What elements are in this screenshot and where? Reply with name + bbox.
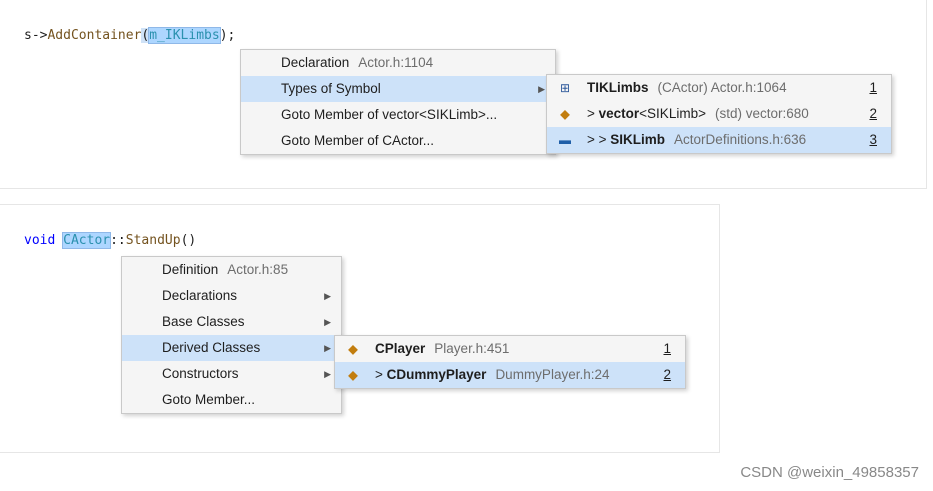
symbol-location: (std) vector:680 xyxy=(714,106,809,121)
chevron-right-icon: ▶ xyxy=(324,291,331,301)
symbol-location: (CActor) Actor.h:1064 xyxy=(657,80,787,95)
code-token-function: AddContainer xyxy=(47,28,142,43)
symbol-name: TIKLimbs xyxy=(587,80,649,95)
code-token-selected[interactable]: CActor xyxy=(62,232,112,249)
code-line-add-container: s->AddContainer(m_IKLimbs); xyxy=(24,27,235,45)
submenu-item-vector[interactable]: ◆ > vector<SIKLimb> (std) vector:680 2 xyxy=(547,101,891,127)
menu-item-goto-member[interactable]: Goto Member... xyxy=(122,387,341,413)
chevron-right-icon: ▶ xyxy=(324,343,331,353)
menu-item-label: Declaration xyxy=(281,55,350,70)
menu-item-label: Goto Member... xyxy=(162,392,256,407)
class-icon: ◆ xyxy=(348,368,358,382)
code-line-standup: void CActor::StandUp() xyxy=(24,232,196,250)
code-token: () xyxy=(180,233,197,248)
menu-item-constructors[interactable]: Constructors ▶ xyxy=(122,361,341,387)
chevron-right-icon: ▶ xyxy=(324,369,331,379)
symbol-location: DummyPlayer.h:24 xyxy=(495,367,610,382)
submenu-derived-classes: ◆ CPlayer Player.h:451 1 ◆ > CDummyPlayer… xyxy=(334,335,686,389)
code-token-selected[interactable]: m_IKLimbs xyxy=(148,27,221,44)
symbol-name: SIKLimb xyxy=(610,132,666,147)
menu-item-goto-member-vector[interactable]: Goto Member of vector<SIKLimb>... xyxy=(241,102,555,128)
nesting-prefix: > xyxy=(375,367,387,382)
menu-item-hint: Actor.h:85 xyxy=(227,262,289,277)
code-token: s-> xyxy=(24,28,48,43)
item-number: 3 xyxy=(869,132,877,147)
menu-item-label: Constructors xyxy=(162,366,239,381)
class-icon: ◆ xyxy=(560,107,570,121)
chevron-right-icon: ▶ xyxy=(324,317,331,327)
menu-item-label: Base Classes xyxy=(162,314,245,329)
symbol-name: vector xyxy=(598,106,640,121)
chevron-right-icon: ▶ xyxy=(538,84,545,94)
menu-item-label: Goto Member of CActor... xyxy=(281,133,435,148)
context-menu-class: Definition Actor.h:85 Declarations ▶ Base … xyxy=(121,256,342,414)
code-token: :: xyxy=(110,233,126,248)
submenu-item-tiklimbs[interactable]: ⊞ TIKLimbs (CActor) Actor.h:1064 1 xyxy=(547,75,891,101)
menu-item-derived-classes[interactable]: Derived Classes ▶ xyxy=(122,335,341,361)
symbol-location: ActorDefinitions.h:636 xyxy=(674,132,807,147)
member-icon: ⊞ xyxy=(559,81,571,95)
menu-item-label: Declarations xyxy=(162,288,238,303)
submenu-item-cdummyplayer[interactable]: ◆ > CDummyPlayer DummyPlayer.h:24 2 xyxy=(335,362,685,388)
watermark: CSDN @weixin_49858357 xyxy=(740,464,919,481)
context-menu-symbol: Declaration Actor.h:1104 Types of Symbol ▶… xyxy=(240,49,556,155)
submenu-types-of-symbol: ⊞ TIKLimbs (CActor) Actor.h:1064 1 ◆ > ve… xyxy=(546,74,892,154)
menu-item-label: Types of Symbol xyxy=(281,81,381,96)
symbol-location: Player.h:451 xyxy=(434,341,510,356)
menu-item-label: Goto Member of vector<SIKLimb>... xyxy=(281,107,498,122)
item-number: 2 xyxy=(869,106,877,121)
menu-item-types-of-symbol[interactable]: Types of Symbol ▶ xyxy=(241,76,555,102)
item-number: 1 xyxy=(663,341,671,356)
menu-item-label: Definition xyxy=(162,262,219,277)
nesting-prefix: > xyxy=(587,106,599,121)
nesting-prefix: > > xyxy=(587,132,611,147)
code-token: ); xyxy=(219,28,236,43)
item-number: 2 xyxy=(663,367,671,382)
menu-item-goto-member-cactor[interactable]: Goto Member of CActor... xyxy=(241,128,555,154)
menu-item-definition[interactable]: Definition Actor.h:85 xyxy=(122,257,341,283)
struct-icon: ▬ xyxy=(559,133,571,147)
item-number: 1 xyxy=(869,80,877,95)
submenu-item-cplayer[interactable]: ◆ CPlayer Player.h:451 1 xyxy=(335,336,685,362)
symbol-name: CDummyPlayer xyxy=(386,367,487,382)
menu-item-hint: Actor.h:1104 xyxy=(358,55,434,70)
menu-item-base-classes[interactable]: Base Classes ▶ xyxy=(122,309,341,335)
symbol-template-arg: <SIKLimb> xyxy=(639,106,706,121)
code-token-function: StandUp xyxy=(125,233,181,248)
menu-item-label: Derived Classes xyxy=(162,340,261,355)
menu-item-declarations[interactable]: Declarations ▶ xyxy=(122,283,341,309)
class-icon: ◆ xyxy=(348,342,358,356)
symbol-name: CPlayer xyxy=(375,341,426,356)
menu-item-declaration[interactable]: Declaration Actor.h:1104 xyxy=(241,50,555,76)
submenu-item-siklimb[interactable]: ▬ > > SIKLimb ActorDefinitions.h:636 3 xyxy=(547,127,891,153)
code-token-keyword: void xyxy=(24,233,56,248)
